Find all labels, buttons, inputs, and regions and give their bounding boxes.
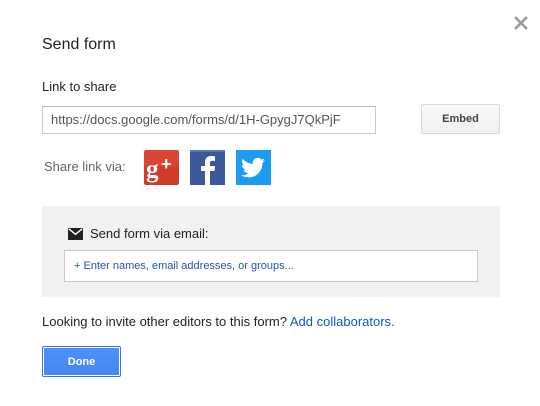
svg-text:g: g xyxy=(146,156,159,183)
share-link-field[interactable]: https://docs.google.com/forms/d/1H-GpygJ… xyxy=(42,106,376,134)
svg-text:+: + xyxy=(161,154,172,174)
send-via-email-label: Send form via email: xyxy=(90,226,209,241)
email-recipients-input[interactable]: + Enter names, email addresses, or group… xyxy=(64,250,478,282)
mail-icon xyxy=(68,227,83,240)
google-plus-icon[interactable]: g + xyxy=(144,150,179,185)
add-collaborators-link[interactable]: Add collaborators. xyxy=(290,314,395,329)
facebook-icon[interactable] xyxy=(190,150,225,185)
invite-editors-text: Looking to invite other editors to this … xyxy=(42,314,395,329)
send-form-dialog: Send form Link to share https://docs.goo… xyxy=(0,0,540,406)
email-panel: Send form via email: + Enter names, emai… xyxy=(42,206,500,297)
dialog-title: Send form xyxy=(42,36,116,53)
invite-prompt: Looking to invite other editors to this … xyxy=(42,314,287,329)
close-icon[interactable] xyxy=(512,14,530,32)
share-link-via-label: Share link via: xyxy=(44,159,126,174)
twitter-icon[interactable] xyxy=(236,150,271,185)
done-button[interactable]: Done xyxy=(42,346,121,377)
embed-button[interactable]: Embed xyxy=(421,104,500,134)
link-to-share-label: Link to share xyxy=(42,79,117,94)
